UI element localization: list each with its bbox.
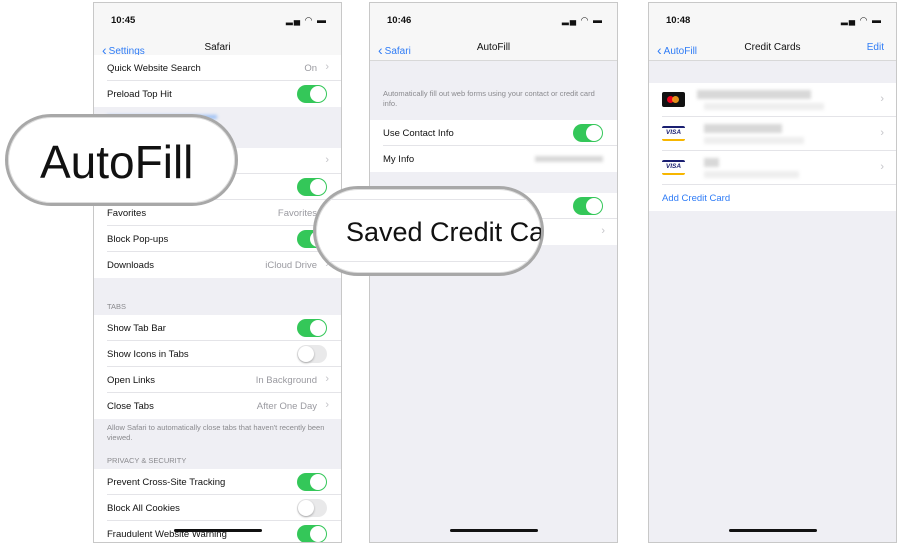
page-title: AutoFill (476, 42, 511, 53)
autofill-callout: AutoFill (5, 114, 238, 206)
row-label: Preload Top Hit (107, 89, 172, 100)
chevron-right-icon: › (880, 93, 884, 105)
blurred-card-number (704, 137, 804, 144)
chevron-right-icon: › (325, 373, 329, 385)
block-popups-row: Block Pop-ups (94, 226, 341, 252)
blurred-card-name (697, 90, 811, 99)
cookies-toggle[interactable] (297, 499, 327, 517)
safari-settings-screen: 10:45 ▂▄ ◠ ▬ ‹ Settings Safari Quick Webs… (93, 2, 342, 543)
downloads-row[interactable]: DownloadsiCloud Drive› (94, 252, 341, 278)
row-label: Show Icons in Tabs (107, 349, 189, 360)
clock: 10:48 (666, 15, 691, 26)
status-bar: 10:45 ▂▄ ◠ ▬ (94, 3, 341, 35)
chevron-right-icon: › (325, 154, 329, 166)
callout-text: Saved Credit Ca (346, 217, 544, 247)
row-label: Block All Cookies (107, 503, 180, 514)
card-row[interactable]: › (649, 83, 896, 117)
clock: 10:45 (111, 15, 136, 26)
add-credit-card-row[interactable]: Add Credit Card (649, 185, 896, 211)
icons-toggle[interactable] (297, 345, 327, 363)
clock: 10:46 (387, 15, 412, 26)
nav-bar: ‹ AutoFill Credit Cards Edit (649, 35, 896, 61)
frequent-toggle[interactable] (297, 178, 327, 196)
preload-top-hit-row: Preload Top Hit (94, 81, 341, 107)
page-title: Credit Cards (744, 42, 801, 53)
cross-site-row: Prevent Cross-Site Tracking (94, 469, 341, 495)
status-bar: 10:46 ▂▄ ◠ ▬ (370, 3, 617, 35)
blurred-my-info-value (535, 156, 603, 162)
row-label: Quick Website Search (107, 63, 201, 74)
row-value: In Background (255, 375, 317, 386)
chevron-right-icon: › (325, 61, 329, 73)
signal-wifi-battery-icon: ▂▄ ◠ ▬ (840, 15, 882, 25)
cross-site-toggle[interactable] (297, 473, 327, 491)
contact-toggle[interactable] (573, 124, 603, 142)
close-tabs-row[interactable]: Close Tabs After One Day › (94, 393, 341, 419)
signal-wifi-battery-icon: ▂▄ ◠ ▬ (561, 15, 603, 25)
divider (316, 261, 541, 262)
row-label: My Info (383, 154, 415, 165)
row-label: Show Tab Bar (107, 323, 166, 334)
show-tab-bar-row: Show Tab Bar (94, 315, 341, 341)
card-row[interactable]: VISA › (649, 151, 896, 185)
autofill-description: Automatically fill out web forms using y… (383, 89, 595, 108)
blurred-card-name (704, 158, 719, 167)
add-credit-card-link[interactable]: Add Credit Card (662, 193, 730, 204)
fraud-toggle[interactable] (297, 525, 327, 542)
chevron-right-icon: › (880, 127, 884, 139)
row-label: Prevent Cross-Site Tracking (107, 477, 226, 488)
home-indicator[interactable] (449, 529, 538, 532)
saved-credit-cards-callout: Saved Credit Ca (313, 186, 544, 276)
row-value: iCloud Drive (265, 260, 317, 271)
home-indicator[interactable] (173, 529, 262, 532)
callout-text: AutoFill (40, 136, 194, 188)
tabs-footer: Allow Safari to automatically close tabs… (107, 423, 325, 442)
card-row[interactable]: VISA › (649, 117, 896, 151)
credit-cards-screen: 10:48 ▂▄ ◠ ▬ ‹ AutoFill Credit Cards Edit… (648, 2, 897, 543)
row-label: Favorites (107, 208, 147, 219)
row-label: Block Pop-ups (107, 234, 169, 245)
chevron-right-icon: › (601, 225, 605, 237)
use-contact-info-row: Use Contact Info (370, 120, 617, 146)
preload-toggle[interactable] (297, 85, 327, 103)
quick-website-search-row[interactable]: Quick Website Search On › (94, 55, 341, 81)
chevron-right-icon: › (325, 399, 329, 411)
mastercard-icon (662, 92, 685, 107)
visa-icon: VISA (662, 160, 685, 175)
show-icons-row: Show Icons in Tabs (94, 341, 341, 367)
fraud-warning-row: Fraudulent Website Warning (94, 521, 341, 542)
blurred-card-number (704, 103, 824, 110)
edit-button[interactable]: Edit (867, 42, 884, 53)
row-label: Close Tabs (107, 401, 154, 412)
tab-bar-toggle[interactable] (297, 319, 327, 337)
divider (316, 199, 541, 200)
visa-icon: VISA (662, 126, 685, 141)
row-label: Use Contact Info (383, 128, 454, 139)
status-bar: 10:48 ▂▄ ◠ ▬ (649, 3, 896, 35)
home-indicator[interactable] (728, 529, 817, 532)
row-value: After One Day (256, 401, 317, 412)
open-links-row[interactable]: Open Links In Background › (94, 367, 341, 393)
signal-wifi-battery-icon: ▂▄ ◠ ▬ (285, 15, 327, 25)
row-label: Open Links (107, 375, 156, 386)
privacy-header: PRIVACY & SECURITY (107, 456, 187, 465)
nav-bar: ‹ Safari AutoFill (370, 35, 617, 61)
chevron-right-icon: › (880, 161, 884, 173)
my-info-row[interactable]: My Info (370, 146, 617, 172)
block-cookies-row: Block All Cookies (94, 495, 341, 521)
row-value: On (304, 63, 317, 74)
credit-cards-toggle[interactable] (573, 197, 603, 215)
blurred-card-name (704, 124, 782, 133)
tabs-header: TABS (107, 302, 127, 311)
row-value: Favorites (277, 208, 317, 219)
blurred-card-number (704, 171, 799, 178)
row-label: Downloads (107, 260, 154, 271)
page-title: Safari (204, 42, 231, 53)
